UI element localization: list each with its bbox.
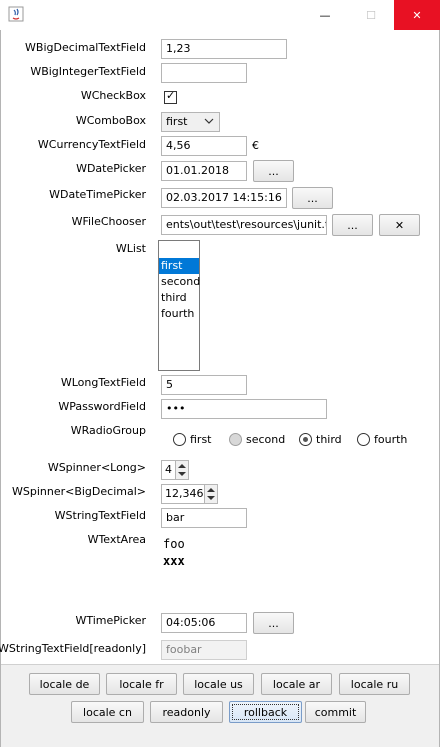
locale-fr-button[interactable]: locale fr	[106, 673, 177, 695]
close-icon: ✕	[412, 8, 422, 22]
password-field[interactable]: •••	[161, 399, 327, 419]
string-readonly-field: foobar	[161, 640, 247, 660]
label-radio-group: WRadioGroup	[70, 424, 146, 437]
label-currency: WCurrencyTextField	[37, 138, 146, 151]
maximize-icon: ☐	[366, 8, 376, 22]
arrow-down-icon	[207, 496, 215, 500]
big-integer-field[interactable]	[161, 63, 247, 83]
time-picker-button[interactable]: ...	[253, 612, 294, 634]
date-picker-button[interactable]: ...	[253, 160, 294, 182]
label-list: WList	[115, 242, 146, 255]
radio-label-fourth: fourth	[374, 433, 408, 446]
arrow-up-icon	[178, 464, 186, 468]
arrow-up-icon	[207, 488, 215, 492]
label-string-readonly: WStringTextField[readonly]	[0, 642, 146, 655]
label-combobox: WComboBox	[75, 114, 146, 127]
label-time-picker: WTimePicker	[75, 614, 146, 627]
spinner-long[interactable]: 4	[161, 460, 189, 480]
locale-ar-button[interactable]: locale ar	[261, 673, 332, 695]
spinner-bigdecimal-value: 12,346	[165, 487, 204, 500]
radio-label-third: third	[316, 433, 342, 446]
datetime-picker-button[interactable]: ...	[292, 187, 333, 209]
combobox-value: first	[166, 115, 188, 128]
title-bar: — ☐ ✕	[0, 0, 440, 31]
label-big-integer: WBigIntegerTextField	[30, 65, 146, 78]
radio-fourth[interactable]	[357, 433, 370, 446]
locale-us-button[interactable]: locale us	[183, 673, 254, 695]
file-browse-button[interactable]: ...	[332, 214, 373, 236]
datetime-field[interactable]: 02.03.2017 14:15:16	[161, 188, 287, 208]
list-item[interactable]: third	[159, 290, 199, 306]
big-decimal-field[interactable]: 1,23	[161, 39, 287, 59]
label-spinner-long: WSpinner<Long>	[47, 461, 146, 474]
maximize-button[interactable]: ☐	[348, 0, 394, 30]
locale-de-button[interactable]: locale de	[29, 673, 100, 695]
java-app-icon	[8, 6, 24, 22]
label-checkbox: WCheckBox	[80, 89, 146, 102]
label-date-picker: WDatePicker	[76, 162, 146, 175]
rollback-button[interactable]: rollback	[229, 701, 302, 723]
file-path-field[interactable]: ents\out\test\resources\junit.txt	[161, 215, 327, 235]
list[interactable]: first second third fourth	[158, 240, 200, 371]
spinner-bigdecimal[interactable]: 12,346	[161, 484, 218, 504]
label-spinner-bigdecimal: WSpinner<BigDecimal>	[11, 485, 146, 498]
locale-ru-button[interactable]: locale ru	[339, 673, 410, 695]
checkbox[interactable]: ✓	[164, 89, 177, 104]
list-item[interactable]: second	[159, 274, 200, 290]
label-file-chooser: WFileChooser	[71, 215, 146, 228]
check-icon: ✓	[166, 89, 176, 102]
readonly-button[interactable]: readonly	[150, 701, 223, 723]
arrow-down-icon	[178, 472, 186, 476]
label-textarea: WTextArea	[87, 533, 146, 546]
spinner-bigdecimal-arrows[interactable]	[204, 485, 217, 503]
radio-label-second: second	[246, 433, 286, 446]
textarea-line: foo	[163, 537, 185, 551]
combobox[interactable]: first	[161, 112, 220, 132]
currency-symbol: €	[252, 139, 259, 152]
close-button[interactable]: ✕	[394, 0, 440, 30]
list-item[interactable]: fourth	[159, 306, 199, 322]
chevron-down-icon	[204, 118, 214, 124]
textarea-line: xxx	[163, 554, 185, 568]
radio-first[interactable]	[173, 433, 186, 446]
spinner-long-arrows[interactable]	[175, 461, 188, 479]
commit-button[interactable]: commit	[305, 701, 366, 723]
file-clear-button[interactable]: ✕	[379, 214, 420, 236]
text-area[interactable]: foo xxx	[160, 532, 286, 608]
minimize-button[interactable]: —	[302, 0, 348, 30]
label-long: WLongTextField	[60, 376, 146, 389]
radio-second[interactable]	[229, 433, 242, 446]
spinner-long-value: 4	[165, 463, 172, 476]
locale-cn-button[interactable]: locale cn	[71, 701, 144, 723]
time-field[interactable]: 04:05:06	[161, 613, 247, 633]
radio-third[interactable]	[299, 433, 312, 446]
label-big-decimal: WBigDecimalTextField	[25, 41, 146, 54]
string-field[interactable]: bar	[161, 508, 247, 528]
minimize-icon: —	[319, 8, 331, 22]
currency-field[interactable]: 4,56	[161, 136, 247, 156]
date-field[interactable]: 01.01.2018	[161, 161, 247, 181]
radio-label-first: first	[190, 433, 212, 446]
label-password: WPasswordField	[58, 400, 146, 413]
clear-icon: ✕	[394, 218, 405, 232]
list-item[interactable]: first	[159, 258, 199, 274]
long-field[interactable]: 5	[161, 375, 247, 395]
label-string: WStringTextField	[54, 509, 146, 522]
label-datetime-picker: WDateTimePicker	[49, 188, 146, 201]
